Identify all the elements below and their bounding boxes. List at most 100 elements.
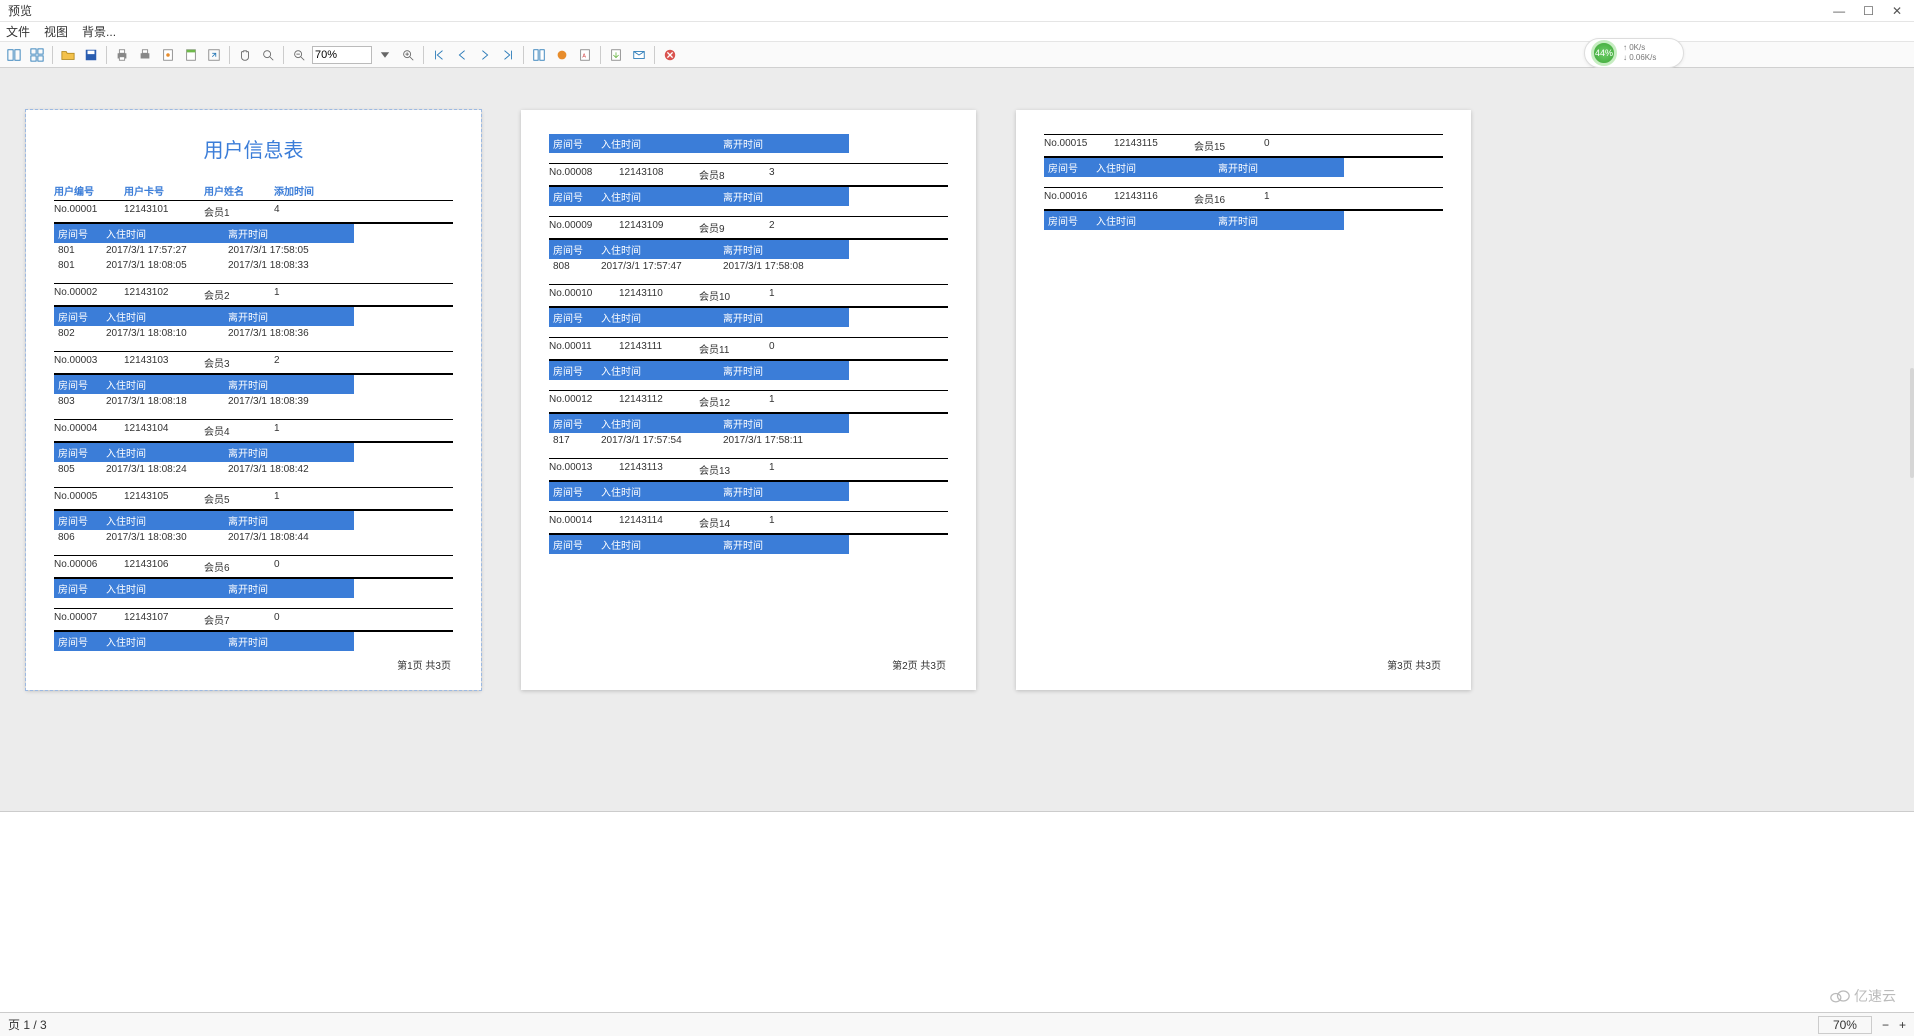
dropdown-icon[interactable] [375,45,395,65]
page-3: No.0001512143115会员150房间号入住时间离开时间 No.00016… [1016,110,1471,690]
user-block: No.0000612143106会员60房间号入住时间离开时间 [54,555,453,598]
user-master-row: No.0000512143105会员51 [54,487,453,511]
sub-header: 房间号入住时间离开时间 [549,134,849,153]
next-page-icon[interactable] [475,45,495,65]
sub-row: 8052017/3/1 18:08:242017/3/1 18:08:42 [54,462,354,477]
user-master-row: No.0000712143107会员70 [54,608,453,632]
sub-header: 房间号入住时间离开时间 [549,482,849,501]
sub-row: 8172017/3/1 17:57:542017/3/1 17:58:11 [549,433,849,448]
sub-header: 房间号入住时间离开时间 [549,535,849,554]
user-master-row: No.0001412143114会员141 [549,511,948,535]
user-master-row: No.0000912143109会员92 [549,216,948,240]
user-block: No.0000112143101会员14房间号入住时间离开时间8012017/3… [54,200,453,273]
user-master-row: No.0001012143110会员101 [549,284,948,308]
scale-icon[interactable] [204,45,224,65]
page-footer-2: 第2页 共3页 [892,657,946,672]
sub-header: 房间号入住时间离开时间 [54,579,354,598]
user-master-row: No.0001512143115会员150 [1044,134,1443,158]
title-bar: 预览 — ☐ ✕ [0,0,1914,22]
sub-header: 房间号入住时间离开时间 [54,224,354,243]
user-block: No.0001312143113会员131房间号入住时间离开时间 [549,458,948,501]
user-master-row: No.0000612143106会员60 [54,555,453,579]
user-master-row: No.0001212143112会员121 [549,390,948,414]
user-block: No.0001012143110会员101房间号入住时间离开时间 [549,284,948,327]
user-master-row: No.0001112143111会员110 [549,337,948,361]
page-setup-icon[interactable] [158,45,178,65]
status-bar: 页 1 / 3 70% − + [0,1012,1914,1036]
close-preview-icon[interactable] [660,45,680,65]
layout-sidebyside-icon[interactable] [4,45,24,65]
sub-header: 房间号入住时间离开时间 [54,511,354,530]
sub-row: 8032017/3/1 18:08:182017/3/1 18:08:39 [54,394,354,409]
sub-header: 房间号入住时间离开时间 [54,307,354,326]
user-block: No.0000712143107会员70房间号入住时间离开时间 [54,608,453,651]
user-master-row: No.0000312143103会员32 [54,351,453,375]
sub-header: 房间号入住时间离开时间 [549,361,849,380]
page-2: 房间号入住时间离开时间No.0000812143108会员83房间号入住时间离开… [521,110,976,690]
user-block: No.0001112143111会员110房间号入住时间离开时间 [549,337,948,380]
page2-content: 房间号入住时间离开时间No.0000812143108会员83房间号入住时间离开… [549,134,948,554]
user-block: No.0000812143108会员83房间号入住时间离开时间 [549,163,948,206]
maximize-button[interactable]: ☐ [1863,4,1874,18]
user-master-row: No.0001312143113会员131 [549,458,948,482]
zoom-combo[interactable] [312,46,372,64]
sub-row: 8022017/3/1 18:08:102017/3/1 18:08:36 [54,326,354,341]
zoom-out-status-icon[interactable]: − [1882,1018,1889,1032]
first-page-icon[interactable] [429,45,449,65]
user-block: No.0000212143102会员21房间号入住时间离开时间8022017/3… [54,283,453,341]
zoom-out-icon[interactable] [289,45,309,65]
scrollbar-thumb[interactable] [1910,368,1914,478]
user-block: No.0001612143116会员161房间号入住时间离开时间 [1044,187,1443,230]
minimize-button[interactable]: — [1833,4,1845,18]
sub-header: 房间号入住时间离开时间 [54,443,354,462]
watermark-icon[interactable]: A [575,45,595,65]
sub-header: 房间号入住时间离开时间 [549,308,849,327]
print-icon[interactable] [112,45,132,65]
user-block: No.0001512143115会员150房间号入住时间离开时间 [1044,134,1443,177]
network-speed-widget[interactable]: 44% ↑ 0K/s ↓ 0.06K/s [1584,38,1684,68]
layout-grid-icon[interactable] [27,45,47,65]
sub-row: 8062017/3/1 18:08:302017/3/1 18:08:44 [54,530,354,545]
user-master-row: No.0000812143108会员83 [549,163,948,187]
last-page-icon[interactable] [498,45,518,65]
page-footer-3: 第3页 共3页 [1387,657,1441,672]
menu-view[interactable]: 视图 [44,23,68,40]
user-master-row: No.0000412143104会员41 [54,419,453,443]
page3-content: No.0001512143115会员150房间号入住时间离开时间 No.00016… [1044,134,1443,230]
export-doc-icon[interactable] [606,45,626,65]
sub-row: 8082017/3/1 17:57:472017/3/1 17:58:08 [549,259,849,274]
user-block: No.0000512143105会员51房间号入住时间离开时间8062017/3… [54,487,453,545]
save-icon[interactable] [81,45,101,65]
prev-page-icon[interactable] [452,45,472,65]
document-title: 用户信息表 [54,134,453,163]
open-icon[interactable] [58,45,78,65]
hand-tool-icon[interactable] [235,45,255,65]
user-block: 房间号入住时间离开时间 [549,134,948,153]
menu-file[interactable]: 文件 [6,23,30,40]
user-block: No.0000412143104会员41房间号入住时间离开时间8052017/3… [54,419,453,477]
magnifier-icon[interactable] [258,45,278,65]
page1-content: No.0000112143101会员14房间号入住时间离开时间8012017/3… [54,200,453,651]
color-icon[interactable] [552,45,572,65]
email-icon[interactable] [629,45,649,65]
sub-header: 房间号入住时间离开时间 [54,375,354,394]
page-footer-1: 第1页 共3页 [397,657,451,672]
menu-background[interactable]: 背景... [82,23,116,40]
sub-row: 8012017/3/1 17:57:272017/3/1 17:58:05 [54,243,354,258]
sub-header: 房间号入住时间离开时间 [549,240,849,259]
zoom-in-icon[interactable] [398,45,418,65]
multipage-icon[interactable] [529,45,549,65]
page-indicator: 页 1 / 3 [8,1016,47,1033]
quick-print-icon[interactable] [135,45,155,65]
close-button[interactable]: ✕ [1892,4,1902,18]
svg-text:A: A [582,53,586,59]
user-block: No.0000912143109会员92房间号入住时间离开时间8082017/3… [549,216,948,274]
header-footer-icon[interactable] [181,45,201,65]
user-master-row: No.0000212143102会员21 [54,283,453,307]
preview-workspace[interactable]: 用户信息表 用户编号 用户卡号 用户姓名 添加时间 No.00001121431… [0,68,1914,812]
zoom-indicator[interactable]: 70% [1818,1016,1872,1034]
zoom-in-status-icon[interactable]: + [1899,1018,1906,1032]
user-master-row: No.0000112143101会员14 [54,200,453,224]
sub-header: 房间号入住时间离开时间 [549,414,849,433]
sub-header: 房间号入住时间离开时间 [54,632,354,651]
